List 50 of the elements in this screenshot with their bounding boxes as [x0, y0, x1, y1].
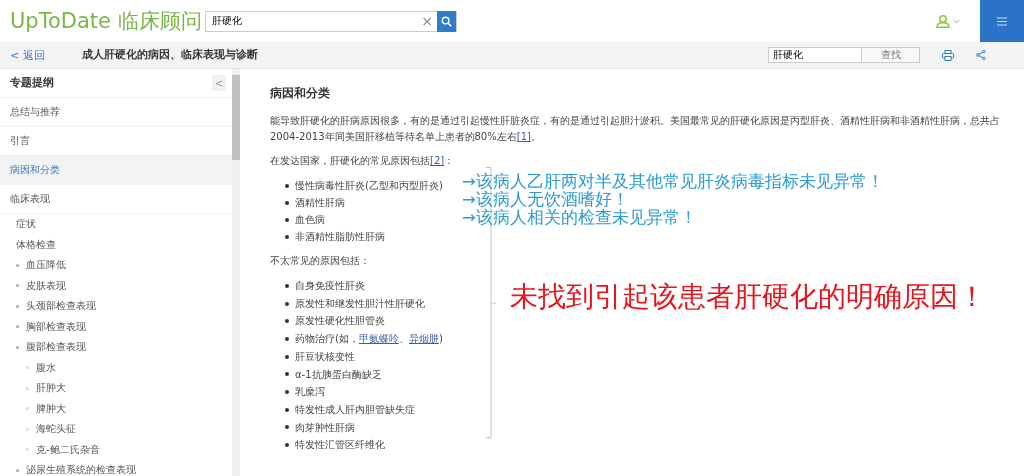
- search-icon[interactable]: [441, 15, 452, 27]
- reference-link[interactable]: [2]: [430, 155, 445, 166]
- outline-item[interactable]: 腹水: [0, 357, 232, 378]
- find-button[interactable]: 查找: [862, 47, 920, 63]
- list-item: α-1抗胰蛋白酶缺乏: [285, 365, 1000, 384]
- annotation-note: →该病人相关的检查未见异常！: [462, 209, 697, 227]
- list-item: 肉芽肿性肝病: [285, 418, 1000, 437]
- outline-item[interactable]: 体格检查: [0, 234, 232, 255]
- outline-item[interactable]: 腹部检查表现: [0, 337, 232, 358]
- list-item: 乳糜泻: [285, 383, 1000, 401]
- list-item: 特发性成人肝内胆管缺失症: [285, 400, 1000, 419]
- scrollbar[interactable]: [232, 69, 240, 476]
- list-item: 特发性汇管区纤维化: [285, 436, 1000, 455]
- outline-item[interactable]: 症状: [0, 214, 232, 235]
- menu-icon[interactable]: [997, 16, 1007, 26]
- paragraph: 能导致肝硬化的肝病原因很多，有的是通过引起慢性肝脏炎症，有的是通过引起胆汁淤积。美国最常见的肝硬化原因是丙型肝炎、酒精性肝病和非酒精性肝病，总共占2004-2013年间美国肝移植等待名单上患者的80%左右[1]。: [270, 114, 1000, 144]
- annotation-note: →该病人乙肝两对半及其他常见肝炎病毒指标未见异常！: [462, 173, 884, 191]
- search-button[interactable]: [437, 10, 456, 32]
- paragraph: 不太常见的原因包括：: [270, 254, 371, 268]
- outline-item[interactable]: 头颈部检查表现: [0, 296, 232, 317]
- reference-link[interactable]: [1]: [516, 131, 531, 142]
- print-icon[interactable]: [942, 49, 954, 61]
- outline-item[interactable]: 病因和分类: [0, 156, 232, 185]
- drug-link[interactable]: 甲氨蝶呤: [358, 330, 399, 348]
- drug-link[interactable]: 异烟肼: [408, 330, 439, 348]
- user-icon[interactable]: [936, 14, 950, 28]
- topic-title: 成人肝硬化的病因、临床表现与诊断: [82, 48, 258, 62]
- outline-title: 专题提纲: [10, 76, 55, 90]
- outline-item[interactable]: 胸部检查表现: [0, 316, 232, 337]
- paragraph: 在发达国家，肝硬化的常见原因包括[2]：: [270, 154, 456, 168]
- list-item: 非酒精性脂肪性肝病: [285, 228, 1000, 245]
- outline-item[interactable]: 肝肿大: [0, 378, 232, 399]
- outline-item[interactable]: 克-鲍二氏杂音: [0, 439, 232, 460]
- chevron-down-icon[interactable]: [953, 18, 960, 24]
- find-field[interactable]: 肝硬化: [768, 47, 862, 63]
- outline-item[interactable]: 脾肿大: [0, 398, 232, 419]
- outline-item[interactable]: 皮肤表现: [0, 275, 232, 296]
- list-item: 药物治疗(如，甲氨蝶呤、异烟肼): [285, 330, 1000, 348]
- menu-button[interactable]: [980, 0, 1024, 42]
- outline-item[interactable]: 血压降低: [0, 255, 232, 276]
- annotation-note: →该病人无饮酒嗜好！: [462, 191, 629, 209]
- list-item: 原发性硬化性胆管炎: [285, 312, 1000, 331]
- clear-button[interactable]: ×: [417, 13, 437, 29]
- section-heading: 病因和分类: [270, 85, 331, 101]
- outline-item[interactable]: 海蛇头征: [0, 419, 232, 440]
- outline-item[interactable]: 泌尿生殖系统的检查表现: [0, 460, 232, 476]
- search-field[interactable]: 肝硬化 ×: [205, 10, 457, 32]
- list-item: 肝豆状核变性: [285, 347, 1000, 366]
- back-link[interactable]: < 返回: [10, 47, 82, 63]
- share-icon[interactable]: [976, 50, 986, 60]
